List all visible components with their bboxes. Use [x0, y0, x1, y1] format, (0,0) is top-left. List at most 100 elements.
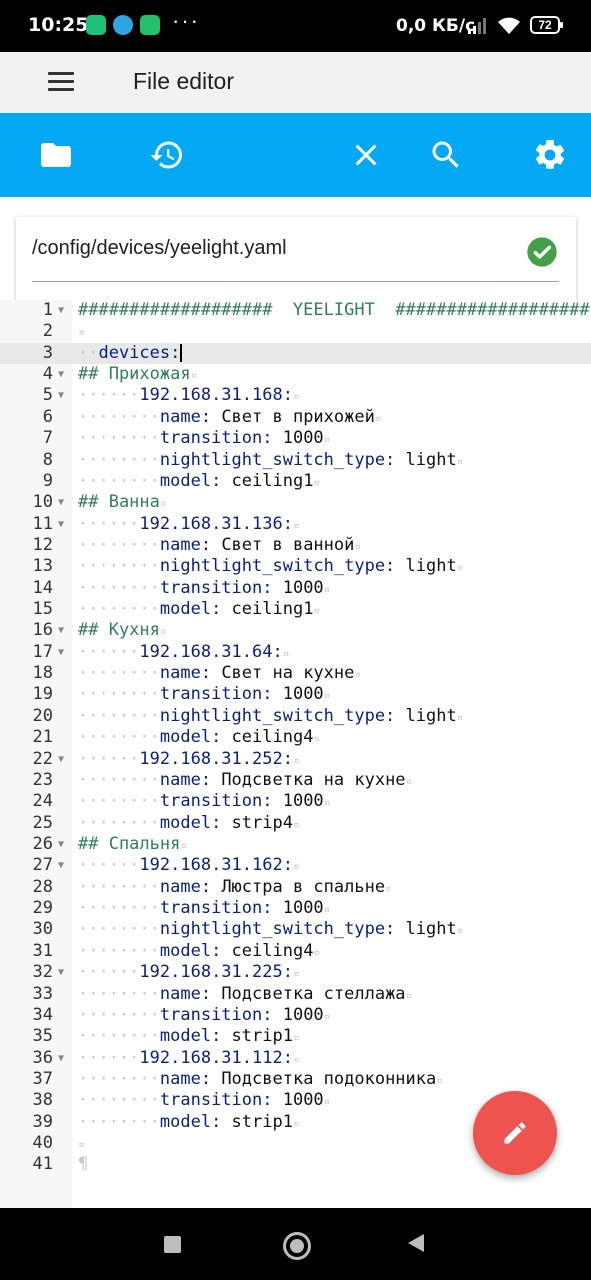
pencil-icon — [504, 1122, 526, 1144]
code-line[interactable]: 30 ········nightlight_switch_type: light¤ — [0, 919, 591, 940]
recents-icon[interactable] — [164, 1236, 181, 1253]
fold-arrow-icon[interactable]: ▼ — [58, 1048, 64, 1069]
end-of-file-marker: ¶ — [78, 1154, 89, 1175]
code-line[interactable]: 13 ········nightlight_switch_type: light¤ — [0, 556, 591, 577]
fold-arrow-icon[interactable]: ▼ — [58, 514, 64, 535]
code-line[interactable]: 37 ········name: Подсветка подоконника¤ — [0, 1069, 591, 1090]
edit-fab-button[interactable] — [473, 1091, 557, 1175]
fold-arrow-icon[interactable]: ▼ — [58, 492, 64, 513]
code-text: ······192.168.31.168:¤ — [78, 385, 300, 407]
code-line[interactable]: 25 ········model: strip4¤ — [0, 813, 591, 834]
settings-icon[interactable] — [532, 137, 568, 173]
eol-marker: ¤ — [292, 518, 300, 532]
eol-marker: ¤ — [313, 945, 321, 959]
menu-icon[interactable] — [48, 72, 74, 94]
code-line[interactable]: 16 ▼ ## Кухня¤ — [0, 620, 591, 641]
code-text: ········transition: 1000¤ — [78, 898, 330, 920]
text-cursor — [180, 343, 183, 362]
line-number: 31 — [32, 940, 53, 961]
code-line[interactable]: 11 ▼ ······192.168.31.136:¤ — [0, 514, 591, 535]
code-text: ¶ — [78, 1154, 88, 1175]
code-line[interactable]: 17 ▼ ······192.168.31.64:¤ — [0, 642, 591, 663]
yaml-comment: ## Кухня — [78, 620, 160, 641]
code-line[interactable]: 34 ········transition: 1000¤ — [0, 1005, 591, 1026]
code-line[interactable]: 28 ········name: Люстра в спальне¤ — [0, 877, 591, 898]
line-number: 16 — [32, 620, 53, 641]
file-path[interactable]: /config/devices/yeelight.yaml — [32, 237, 287, 260]
telegram-icon — [113, 15, 133, 35]
yaml-value: 1000 — [272, 791, 324, 812]
code-line[interactable]: 36 ▼ ······192.168.31.112:¤ — [0, 1048, 591, 1069]
folder-icon[interactable] — [38, 137, 74, 173]
code-line[interactable]: 14 ········transition: 1000¤ — [0, 578, 591, 599]
fold-arrow-icon[interactable]: ▼ — [58, 300, 64, 321]
code-line[interactable]: 32 ▼ ······192.168.31.225:¤ — [0, 962, 591, 983]
code-line[interactable]: 8 ········nightlight_switch_type: light¤ — [0, 450, 591, 471]
yaml-value: light — [395, 919, 457, 940]
fold-arrow-icon[interactable]: ▼ — [58, 749, 64, 770]
code-line[interactable]: 7 ········transition: 1000¤ — [0, 428, 591, 449]
code-line[interactable]: 4 ▼ ## Прихожая¤ — [0, 364, 591, 385]
mi-app-icon — [140, 15, 160, 35]
code-line[interactable]: 23 ········name: Подсветка на кухне¤ — [0, 770, 591, 791]
code-line[interactable]: 35 ········model: strip1¤ — [0, 1026, 591, 1047]
line-number: 24 — [32, 791, 53, 812]
fold-arrow-icon[interactable]: ▼ — [58, 855, 64, 876]
eol-marker: ¤ — [159, 625, 167, 639]
fold-arrow-icon[interactable]: ▼ — [58, 364, 64, 385]
line-number: 9 — [42, 470, 53, 491]
fold-arrow-icon[interactable]: ▼ — [58, 620, 64, 641]
code-line[interactable]: 19 ········transition: 1000¤ — [0, 684, 591, 705]
code-line[interactable]: 5 ▼ ······192.168.31.168:¤ — [0, 385, 591, 406]
fold-arrow-icon[interactable]: ▼ — [58, 962, 64, 983]
indent-guide: ······ — [78, 385, 140, 406]
code-line[interactable]: 26 ▼ ## Спальня¤ — [0, 834, 591, 855]
code-line[interactable]: 21 ········model: ceiling4¤ — [0, 727, 591, 748]
search-icon[interactable] — [428, 137, 464, 173]
code-text: ········model: ceiling4¤ — [78, 941, 320, 963]
code-line[interactable]: 3 ··devices: — [0, 342, 591, 365]
code-line[interactable]: 10 ▼ ## Ванна¤ — [0, 492, 591, 513]
close-icon[interactable] — [348, 137, 384, 173]
indent-guide: ········ — [78, 470, 160, 491]
code-text: ········name: Свет в прихожей¤ — [78, 407, 381, 429]
code-line[interactable]: 6 ········name: Свет в прихожей¤ — [0, 407, 591, 428]
code-lines[interactable]: 1 ▼ ################### YEELIGHT #########… — [0, 300, 591, 1176]
eol-marker: ¤ — [78, 326, 85, 340]
fold-arrow-icon[interactable]: ▼ — [58, 834, 64, 855]
code-line[interactable]: 31 ········model: ceiling4¤ — [0, 941, 591, 962]
code-line[interactable]: 33 ········name: Подсветка стеллажа¤ — [0, 984, 591, 1005]
fold-arrow-icon[interactable]: ▼ — [58, 385, 64, 406]
code-text: ······192.168.31.64:¤ — [78, 642, 289, 664]
eol-marker: ¤ — [323, 903, 331, 917]
back-icon[interactable] — [408, 1234, 424, 1252]
code-line[interactable]: 1 ▼ ################### YEELIGHT #########… — [0, 300, 591, 321]
yaml-key: transition: — [159, 898, 273, 919]
code-text: ······192.168.31.252:¤ — [78, 749, 300, 771]
code-line[interactable]: 22 ▼ ······192.168.31.252:¤ — [0, 749, 591, 770]
shield-app-icon — [86, 15, 106, 35]
indent-guide: ········ — [78, 812, 160, 833]
yaml-key: nightlight_switch_type: — [159, 449, 396, 470]
code-text: ········transition: 1000¤ — [78, 684, 330, 706]
fold-arrow-icon[interactable]: ▼ — [58, 642, 64, 663]
line-number: 6 — [42, 406, 53, 427]
yaml-key: name: — [159, 769, 212, 790]
eol-marker: ¤ — [78, 1138, 85, 1152]
code-line[interactable]: 24 ········transition: 1000¤ — [0, 791, 591, 812]
eol-marker: ¤ — [456, 561, 464, 575]
code-line[interactable]: 18 ········name: Свет на кухне¤ — [0, 663, 591, 684]
code-line[interactable]: 12 ········name: Свет в ванной¤ — [0, 535, 591, 556]
code-text: ········nightlight_switch_type: light¤ — [78, 919, 463, 941]
home-icon[interactable] — [283, 1232, 311, 1260]
code-editor[interactable]: 1 ▼ ################### YEELIGHT #########… — [0, 300, 591, 1208]
code-line[interactable]: 27 ▼ ······192.168.31.162:¤ — [0, 855, 591, 876]
code-line[interactable]: 9 ········model: ceiling1¤ — [0, 471, 591, 492]
code-line[interactable]: 29 ········transition: 1000¤ — [0, 898, 591, 919]
eol-marker: ¤ — [354, 668, 361, 682]
code-line[interactable]: 20 ········nightlight_switch_type: light¤ — [0, 706, 591, 727]
battery-indicator: 72 — [530, 16, 563, 34]
history-icon[interactable] — [149, 137, 185, 173]
code-line[interactable]: 2 ¤ — [0, 321, 591, 342]
code-line[interactable]: 15 ········model: ceiling1¤ — [0, 599, 591, 620]
